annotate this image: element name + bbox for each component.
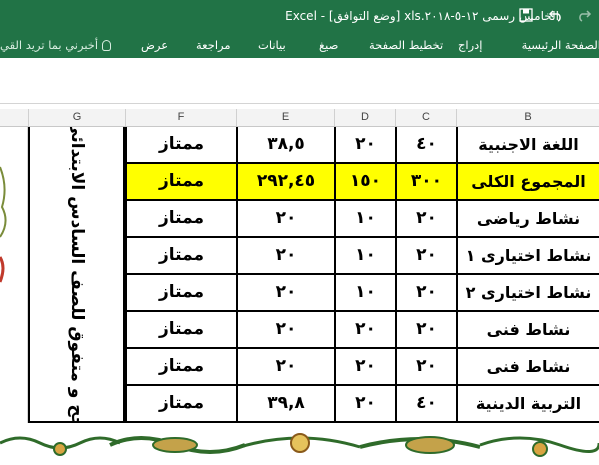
- lightbulb-icon: [102, 40, 112, 51]
- max-mark-cell[interactable]: ٢٠: [395, 238, 456, 273]
- tab-data[interactable]: بيانات: [258, 34, 286, 58]
- column-header-b[interactable]: B: [456, 109, 599, 126]
- table-row: ممتاز ٣٨,٥ ٢٠ ٤٠ اللغة الاجنبية: [125, 127, 599, 164]
- grade-cell[interactable]: ممتاز: [125, 349, 236, 384]
- grade-cell[interactable]: ممتاز: [125, 275, 236, 310]
- score-cell[interactable]: ٣٨,٥: [236, 127, 334, 162]
- subject-cell[interactable]: اللغة الاجنبية: [456, 127, 599, 162]
- column-header-f[interactable]: F: [125, 109, 236, 126]
- min-mark-cell[interactable]: ٢٠: [334, 127, 395, 162]
- min-mark-cell[interactable]: ٢٠: [334, 312, 395, 347]
- min-mark-cell[interactable]: ١٥٠: [334, 164, 395, 199]
- table-row: ممتاز ٢٠ ١٠ ٢٠ نشاط اختيارى ٢: [125, 275, 599, 312]
- table-row-total: ممتاز ٢٩٢,٤٥ ١٥٠ ٣٠٠ المجموع الكلى: [125, 164, 599, 201]
- tab-review[interactable]: مراجعة: [196, 34, 231, 58]
- grade-cell[interactable]: ممتاز: [125, 312, 236, 347]
- tell-me-text: أخبرني بما تريد القي: [0, 38, 99, 52]
- min-mark-cell[interactable]: ٢٠: [334, 386, 395, 421]
- tell-me-search[interactable]: أخبرني بما تريد القي: [0, 34, 112, 58]
- column-header-c[interactable]: C: [395, 109, 456, 126]
- grade-cell[interactable]: ممتاز: [125, 386, 236, 421]
- score-cell[interactable]: ٢٠: [236, 275, 334, 310]
- column-header-e[interactable]: E: [236, 109, 334, 126]
- max-mark-cell[interactable]: ٢٠: [395, 349, 456, 384]
- decorative-border: [0, 423, 599, 461]
- score-cell[interactable]: ٢٠: [236, 312, 334, 347]
- table-row: ممتاز ٢٠ ٢٠ ٢٠ نشاط فنى: [125, 312, 599, 349]
- grade-cell[interactable]: ممتاز: [125, 201, 236, 236]
- grade-cell[interactable]: ممتاز: [125, 164, 236, 199]
- column-header-g[interactable]: G: [28, 109, 125, 126]
- table-row: ممتاز ٣٩,٨ ٢٠ ٤٠ التربية الدينية: [125, 386, 599, 423]
- subject-cell[interactable]: نشاط فنى: [456, 349, 599, 384]
- left-decoration: [0, 127, 28, 423]
- title-bar: الخامس رسمى ١٢-٥-٢٠١٨.xls [وضع التوافق] …: [0, 0, 599, 34]
- max-mark-cell[interactable]: ٢٠: [395, 201, 456, 236]
- ribbon: الصفحة الرئيسية إدراج تخطيط الصفحة صيغ ب…: [0, 34, 599, 58]
- score-cell[interactable]: ٢٩٢,٤٥: [236, 164, 334, 199]
- min-mark-cell[interactable]: ١٠: [334, 238, 395, 273]
- min-mark-cell[interactable]: ١٠: [334, 275, 395, 310]
- undo-icon[interactable]: [545, 6, 567, 28]
- formula-bar-divider: [0, 103, 599, 104]
- subject-cell[interactable]: التربية الدينية: [456, 386, 599, 421]
- merged-cell-g[interactable]: جح و متفوق للصف السادس الابتدائى: [28, 127, 125, 423]
- tab-formulas[interactable]: صيغ: [319, 34, 338, 58]
- min-mark-cell[interactable]: ٢٠: [334, 349, 395, 384]
- max-mark-cell[interactable]: ٢٠: [395, 275, 456, 310]
- score-cell[interactable]: ٣٩,٨: [236, 386, 334, 421]
- subject-cell[interactable]: نشاط اختيارى ١: [456, 238, 599, 273]
- table-row: ممتاز ٢٠ ٢٠ ٢٠ نشاط فنى: [125, 349, 599, 386]
- score-cell[interactable]: ٢٠: [236, 201, 334, 236]
- max-mark-cell[interactable]: ٣٠٠: [395, 164, 456, 199]
- formula-area: [0, 58, 599, 106]
- min-mark-cell[interactable]: ١٠: [334, 201, 395, 236]
- worksheet-grid[interactable]: جح و متفوق للصف السادس الابتدائى ممتاز ٣٨…: [0, 127, 599, 423]
- column-headers: G F E D C B: [0, 109, 599, 127]
- tab-view[interactable]: عرض: [141, 34, 168, 58]
- max-mark-cell[interactable]: ٢٠: [395, 312, 456, 347]
- subject-cell[interactable]: نشاط رياضى: [456, 201, 599, 236]
- subject-cell[interactable]: نشاط اختيارى ٢: [456, 275, 599, 310]
- max-mark-cell[interactable]: ٤٠: [395, 127, 456, 162]
- tab-page-layout[interactable]: تخطيط الصفحة: [369, 34, 443, 58]
- column-header-d[interactable]: D: [334, 109, 395, 126]
- subject-cell[interactable]: المجموع الكلى: [456, 164, 599, 199]
- max-mark-cell[interactable]: ٤٠: [395, 386, 456, 421]
- vertical-note: جح و متفوق للصف السادس الابتدائى: [66, 127, 87, 423]
- save-icon[interactable]: [515, 6, 537, 28]
- grade-cell[interactable]: ممتاز: [125, 238, 236, 273]
- subject-cell[interactable]: نشاط فنى: [456, 312, 599, 347]
- table-row: ممتاز ٢٠ ١٠ ٢٠ نشاط اختيارى ١: [125, 238, 599, 275]
- score-cell[interactable]: ٢٠: [236, 238, 334, 273]
- table-row: ممتاز ٢٠ ١٠ ٢٠ نشاط رياضى: [125, 201, 599, 238]
- score-cell[interactable]: ٢٠: [236, 349, 334, 384]
- tab-home[interactable]: الصفحة الرئيسية: [522, 34, 599, 58]
- grade-cell[interactable]: ممتاز: [125, 127, 236, 162]
- redo-icon[interactable]: [573, 6, 595, 28]
- tab-insert[interactable]: إدراج: [458, 34, 483, 58]
